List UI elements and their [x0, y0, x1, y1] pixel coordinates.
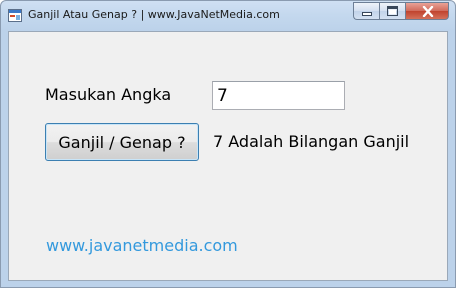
close-icon — [422, 6, 434, 17]
check-odd-even-button[interactable]: Ganjil / Genap ? — [45, 123, 199, 161]
title-bar[interactable]: Ganjil Atau Genap ? | www.JavaNetMedia.c… — [1, 1, 455, 31]
input-label: Masukan Angka — [45, 85, 172, 104]
form-client-area: Masukan Angka Ganjil / Genap ? 7 Adalah … — [8, 31, 448, 281]
website-link[interactable]: www.javanetmedia.com — [46, 236, 238, 255]
minimize-icon — [362, 12, 372, 16]
caption-buttons — [353, 2, 449, 21]
result-text: 7 Adalah Bilangan Ganjil — [213, 132, 410, 151]
app-form-icon[interactable] — [8, 9, 22, 22]
maximize-button[interactable] — [379, 2, 405, 20]
window-title: Ganjil Atau Genap ? | www.JavaNetMedia.c… — [28, 8, 280, 21]
minimize-button[interactable] — [353, 2, 379, 20]
close-button[interactable] — [405, 2, 449, 20]
number-input[interactable] — [212, 81, 345, 110]
maximize-icon — [387, 6, 398, 16]
app-window: Ganjil Atau Genap ? | www.JavaNetMedia.c… — [0, 0, 456, 288]
